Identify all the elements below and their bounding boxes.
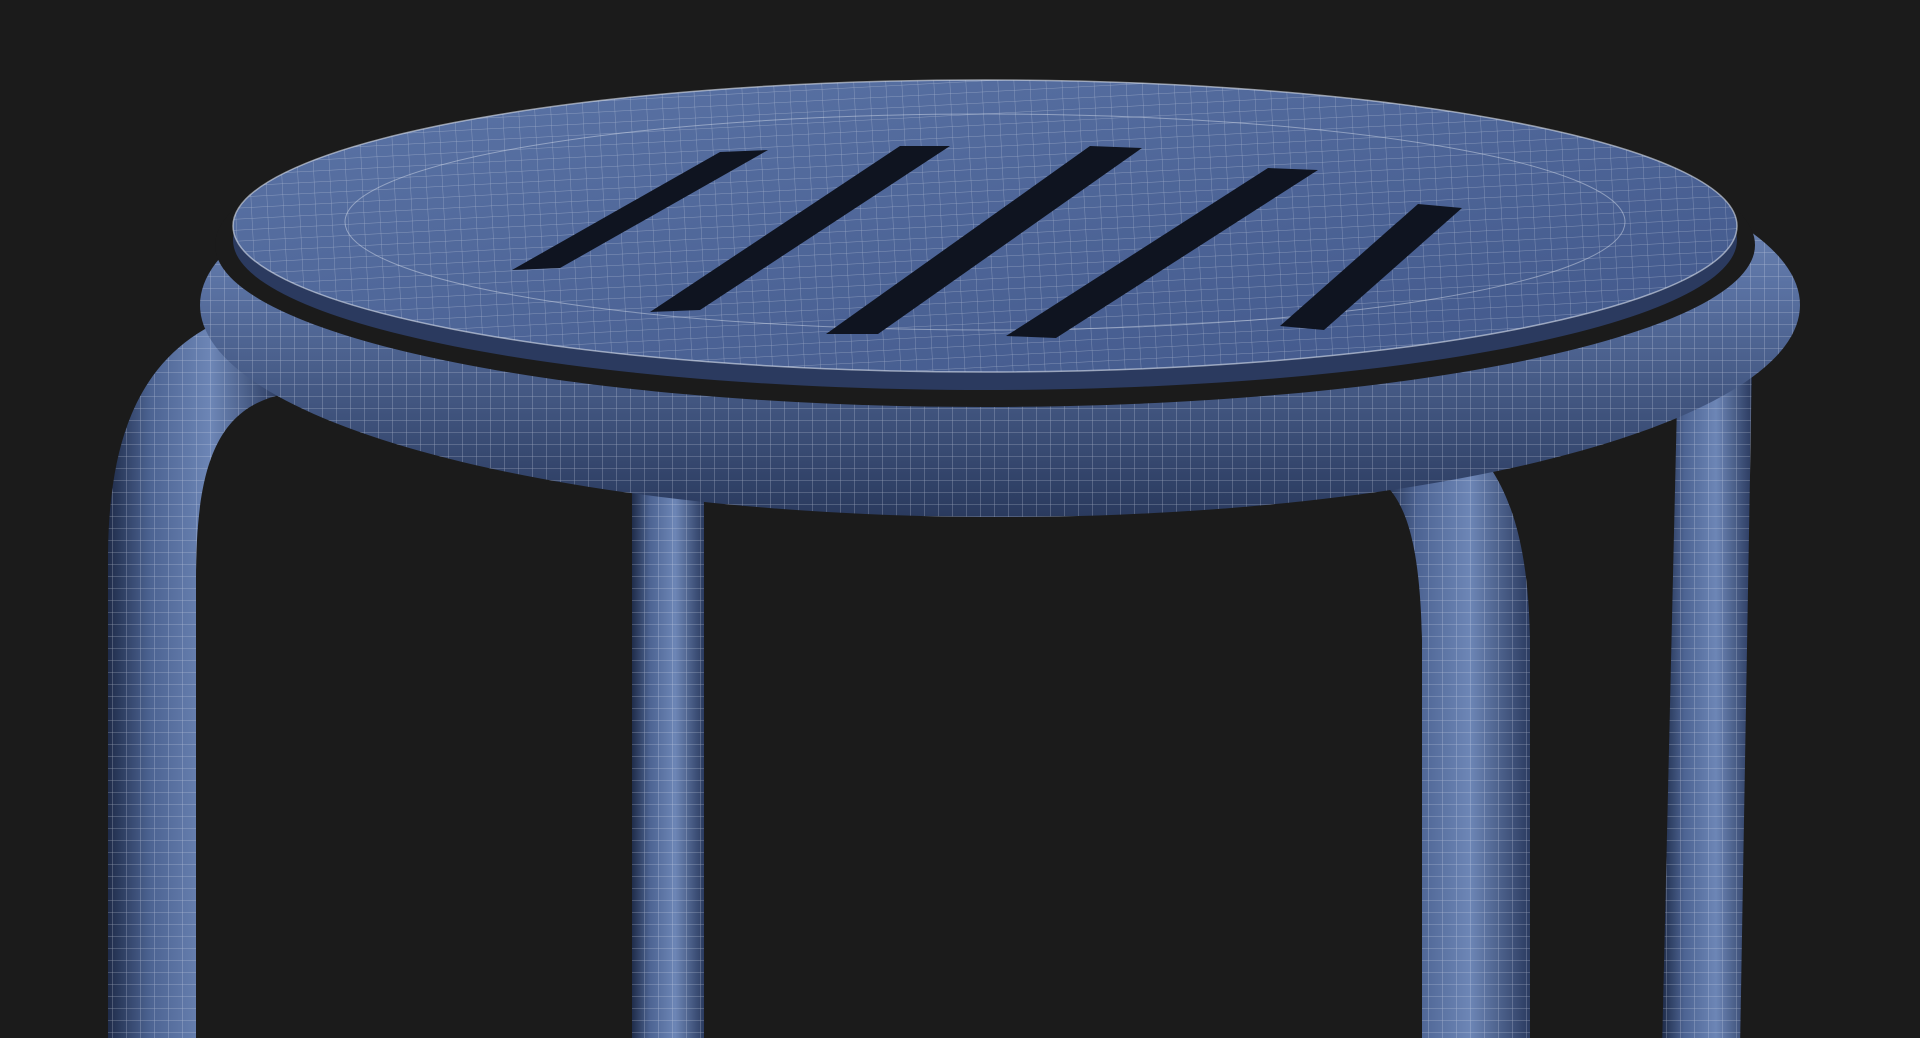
wireframe-stool-render (0, 0, 1920, 1038)
back-left-leg (632, 470, 704, 1038)
